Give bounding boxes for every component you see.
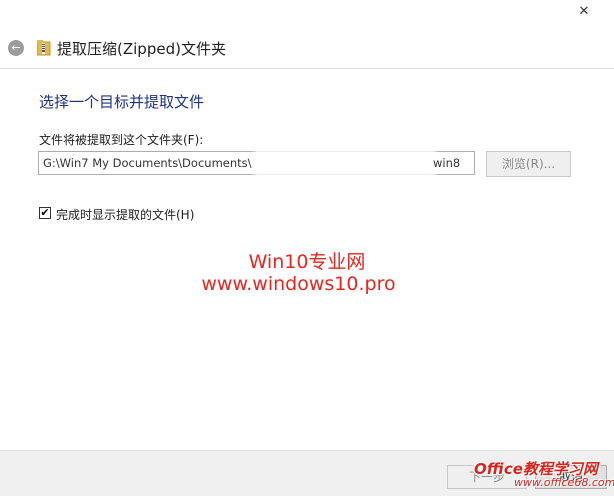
back-arrow-icon: ← bbox=[11, 41, 21, 54]
path-redaction bbox=[257, 153, 433, 173]
back-button[interactable]: ← bbox=[8, 40, 24, 56]
zip-folder-icon bbox=[37, 40, 51, 56]
close-icon: ✕ bbox=[578, 4, 590, 19]
destination-path-input[interactable]: G:\Win7 My Documents\Documents\ win8 bbox=[38, 151, 475, 175]
destination-label: 文件将被提取到这个文件夹(F): bbox=[39, 133, 204, 147]
path-text: G:\Win7 My Documents\Documents\ bbox=[43, 156, 252, 170]
show-files-label[interactable]: 完成时显示提取的文件(H) bbox=[56, 206, 194, 223]
site-logo: Office教程学习网 www.office68.com bbox=[474, 458, 614, 495]
wizard-title: 提取压缩(Zipped)文件夹 bbox=[57, 40, 226, 58]
watermark-title: Win10专业网 bbox=[248, 251, 366, 273]
path-suffix: win8 bbox=[433, 156, 461, 170]
browse-button[interactable]: 浏览(R)... bbox=[486, 151, 571, 177]
main-instruction: 选择一个目标并提取文件 bbox=[39, 93, 205, 111]
close-button[interactable]: ✕ bbox=[561, 2, 607, 22]
site-logo-url: www.office68.com bbox=[514, 476, 614, 489]
watermark-url: www.windows10.pro bbox=[201, 273, 396, 295]
title-bar: ✕ bbox=[0, 0, 614, 30]
checkmark-icon: ✔ bbox=[40, 206, 50, 219]
show-files-checkbox[interactable]: ✔ bbox=[39, 207, 51, 219]
wizard-header: ← 提取压缩(Zipped)文件夹 bbox=[0, 30, 614, 69]
